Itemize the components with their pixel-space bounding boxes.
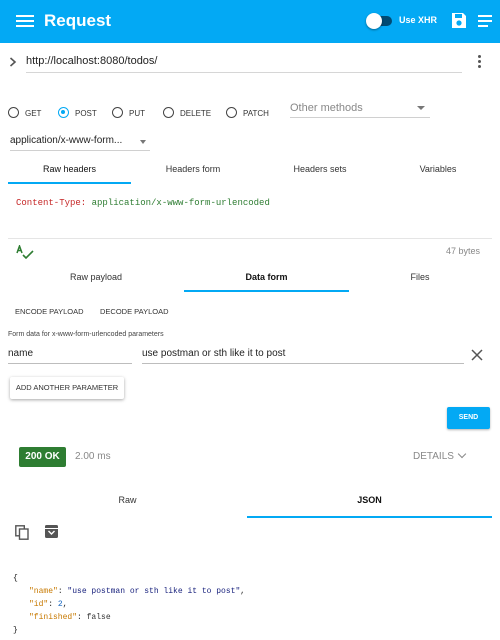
- method-put-label: PUT: [129, 109, 145, 118]
- content-type-value: application/x-www-form...: [10, 135, 123, 146]
- tab-variables[interactable]: Variables: [385, 160, 491, 184]
- json-key: "finished": [29, 613, 78, 622]
- close-icon[interactable]: [471, 349, 483, 361]
- spellcheck-icon[interactable]: [16, 245, 34, 259]
- page-title: Request: [44, 11, 112, 30]
- divider: [8, 238, 492, 239]
- method-patch-label: PATCH: [243, 109, 269, 118]
- json-value: "use postman or sth like it to post": [67, 587, 241, 596]
- method-post-label: POST: [75, 109, 97, 118]
- menu-icon[interactable]: [14, 12, 36, 32]
- url-input[interactable]: http://localhost:8080/todos/: [26, 51, 462, 73]
- tab-response-raw[interactable]: Raw: [8, 488, 247, 518]
- param-value-field[interactable]: use postman or sth like it to post: [142, 346, 464, 364]
- url-row: http://localhost:8080/todos/: [0, 48, 500, 76]
- header-key: Content-Type:: [16, 198, 87, 208]
- json-value: false: [86, 613, 111, 622]
- json-response-viewer: { "name": "use postman or sth like it to…: [13, 572, 245, 637]
- form-caption: Form data for x-www-form-urlencoded para…: [8, 331, 164, 338]
- tab-headers-sets[interactable]: Headers sets: [255, 160, 385, 184]
- json-value: 2: [57, 600, 63, 609]
- add-parameter-button[interactable]: ADD ANOTHER PARAMETER: [10, 377, 124, 399]
- param-name-field[interactable]: name: [8, 346, 132, 364]
- tab-headers-form[interactable]: Headers form: [131, 160, 255, 184]
- json-line-finished: "finished": false: [29, 613, 111, 622]
- more-vert-icon[interactable]: [477, 55, 483, 69]
- status-badge: 200 OK: [19, 447, 66, 467]
- response-timing: 2.00 ms: [75, 451, 111, 462]
- param-value-value: use postman or sth like it to post: [142, 348, 286, 359]
- other-methods-placeholder: Other methods: [290, 102, 363, 114]
- payload-size: 47 bytes: [446, 246, 481, 256]
- dropdown-arrow-icon: [417, 106, 425, 110]
- method-get-label: GET: [25, 109, 42, 118]
- header-value: application/x-www-form-urlencoded: [91, 198, 270, 208]
- json-close-brace: }: [13, 626, 18, 635]
- tab-files[interactable]: Files: [349, 268, 491, 292]
- json-key: "id": [29, 600, 49, 609]
- save-icon[interactable]: [451, 12, 467, 29]
- encode-payload-button[interactable]: ENCODE PAYLOAD: [15, 307, 84, 316]
- tab-raw-payload[interactable]: Raw payload: [8, 268, 184, 292]
- copy-icon[interactable]: [15, 525, 29, 540]
- use-xhr-toggle[interactable]: [366, 13, 394, 29]
- decode-payload-button[interactable]: DECODE PAYLOAD: [100, 307, 169, 316]
- tab-raw-headers[interactable]: Raw headers: [8, 160, 131, 184]
- chevron-down-icon: [457, 449, 467, 459]
- json-open-brace: {: [13, 574, 18, 583]
- json-line-id: "id": 2,: [29, 600, 68, 609]
- tab-data-form[interactable]: Data form: [184, 268, 349, 292]
- raw-headers-editor[interactable]: Content-Type: application/x-www-form-url…: [16, 198, 270, 208]
- notes-icon[interactable]: [478, 14, 492, 28]
- archive-icon[interactable]: [45, 525, 58, 538]
- use-xhr-label: Use XHR: [399, 15, 438, 25]
- dropdown-arrow-icon: [140, 140, 146, 144]
- tab-response-json[interactable]: JSON: [247, 488, 492, 518]
- chevron-right-icon[interactable]: [9, 57, 17, 67]
- method-delete-label: DELETE: [180, 109, 212, 118]
- details-label: DETAILS: [413, 451, 454, 462]
- other-methods-dropdown[interactable]: Other methods: [290, 98, 430, 118]
- details-button[interactable]: DETAILS: [413, 449, 467, 462]
- app-toolbar: Request Use XHR: [0, 0, 500, 43]
- param-name-value: name: [8, 348, 34, 359]
- json-key: "name": [29, 587, 58, 596]
- json-line-name: "name": "use postman or sth like it to p…: [29, 587, 246, 596]
- send-button[interactable]: SEND: [447, 407, 490, 429]
- content-type-dropdown[interactable]: application/x-www-form...: [10, 133, 150, 151]
